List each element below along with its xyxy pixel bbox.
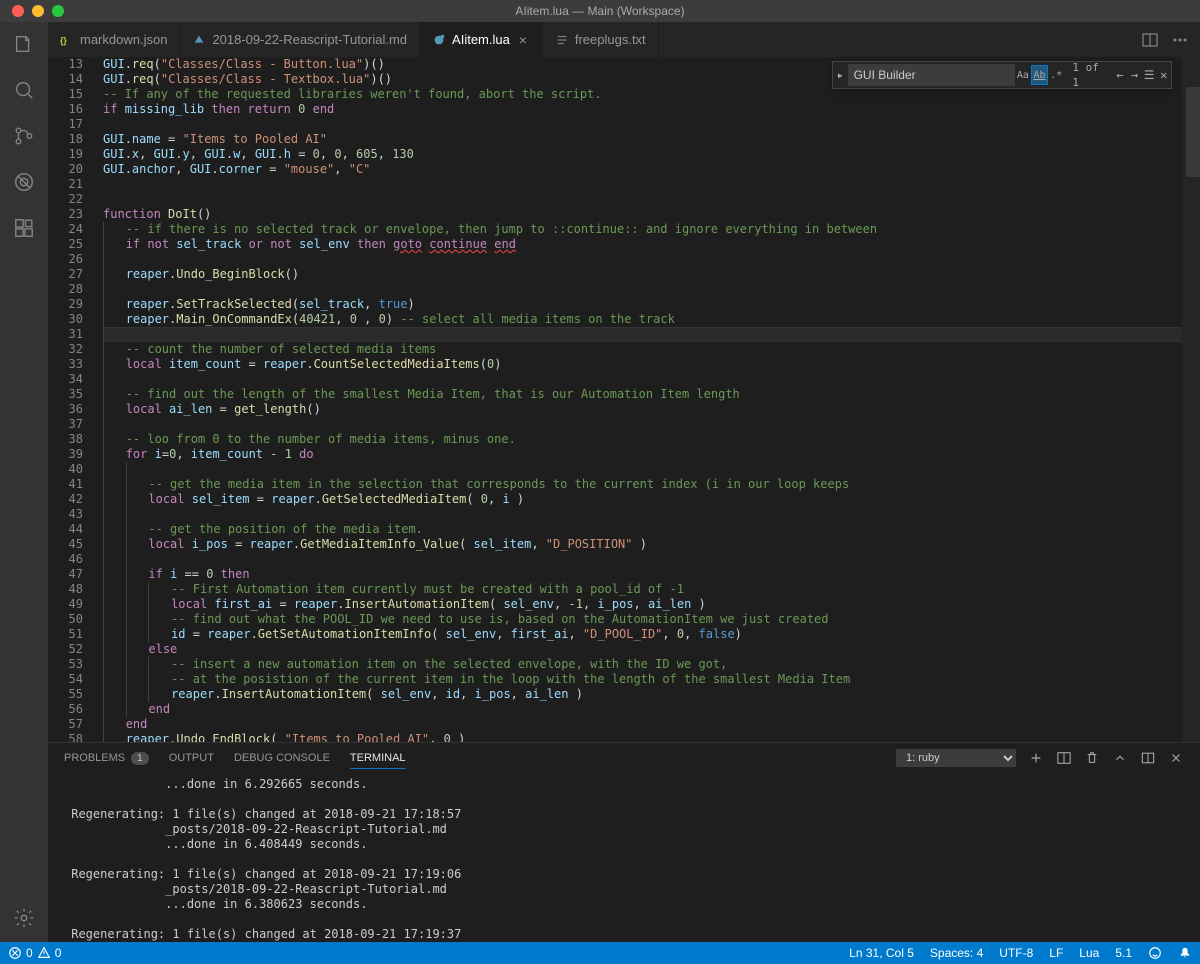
- editor-tab[interactable]: {} markdown.json: [48, 22, 180, 57]
- titlebar: AIitem.lua — Main (Workspace): [0, 0, 1200, 22]
- panel-tab-problems[interactable]: PROBLEMS1: [64, 752, 149, 765]
- kill-terminal-icon[interactable]: [1084, 750, 1100, 766]
- status-cursor[interactable]: Ln 31, Col 5: [841, 946, 922, 960]
- status-indentation[interactable]: Spaces: 4: [922, 946, 991, 960]
- editor-tab[interactable]: 2018-09-22-Reascript-Tutorial.md: [180, 22, 420, 57]
- activity-bar: [0, 22, 48, 942]
- tab-label: markdown.json: [80, 32, 167, 47]
- split-terminal-icon[interactable]: [1056, 750, 1072, 766]
- settings-gear-icon[interactable]: [12, 906, 36, 930]
- explorer-icon[interactable]: [12, 32, 36, 56]
- panel-tab-output[interactable]: OUTPUT: [169, 752, 214, 764]
- status-bar: 0 0 Ln 31, Col 5 Spaces: 4 UTF-8 LF Lua …: [0, 942, 1200, 964]
- svg-text:{}: {}: [60, 35, 67, 45]
- status-bell-icon[interactable]: [1170, 946, 1200, 960]
- find-count: 1 of 1: [1064, 60, 1112, 90]
- terminal-output[interactable]: ...done in 6.292665 seconds. Regeneratin…: [48, 773, 1200, 942]
- editor-tabs: {} markdown.json 2018-09-22-Reascript-Tuto…: [48, 22, 1200, 57]
- status-language[interactable]: Lua: [1071, 946, 1107, 960]
- editor-body[interactable]: ▸ Aa Ab .* 1 of 1 ← → ☰ ✕ 13141516171819…: [48, 57, 1200, 742]
- regex-icon[interactable]: .*: [1048, 65, 1065, 85]
- problems-badge: 1: [131, 752, 149, 765]
- find-expand-icon[interactable]: ▸: [833, 62, 848, 88]
- file-lua-icon: [432, 33, 446, 47]
- split-editor-icon[interactable]: [1142, 32, 1158, 48]
- find-widget: ▸ Aa Ab .* 1 of 1 ← → ☰ ✕: [832, 61, 1172, 89]
- editor-tab[interactable]: freeplugs.txt: [543, 22, 659, 57]
- file-txt-icon: [555, 33, 569, 47]
- line-gutter: 1314151617181920212223242526272829303132…: [48, 57, 103, 742]
- window-zoom-icon[interactable]: [52, 5, 64, 17]
- find-prev-icon[interactable]: ←: [1113, 65, 1128, 85]
- status-problems[interactable]: 0 0: [0, 942, 69, 964]
- bottom-panel: PROBLEMS1 OUTPUT DEBUG CONSOLE TERMINAL 1: …: [48, 742, 1200, 942]
- tab-label: 2018-09-22-Reascript-Tutorial.md: [212, 32, 407, 47]
- tab-close-icon[interactable]: ×: [516, 33, 530, 47]
- panel-layout-icon[interactable]: [1140, 750, 1156, 766]
- status-encoding[interactable]: UTF-8: [991, 946, 1041, 960]
- window-minimize-icon[interactable]: [32, 5, 44, 17]
- match-case-icon[interactable]: Aa: [1015, 65, 1032, 85]
- debug-icon[interactable]: [12, 170, 36, 194]
- file-md-icon: [192, 33, 206, 47]
- terminal-selector[interactable]: 1: ruby: [896, 749, 1016, 767]
- more-actions-icon[interactable]: [1172, 32, 1188, 48]
- window-controls: [0, 5, 64, 17]
- panel-tab-debug-console[interactable]: DEBUG CONSOLE: [234, 752, 330, 764]
- window-close-icon[interactable]: [12, 5, 24, 17]
- editor-tab[interactable]: AIitem.lua ×: [420, 22, 543, 57]
- find-close-icon[interactable]: ✕: [1156, 65, 1171, 85]
- extensions-icon[interactable]: [12, 216, 36, 240]
- search-icon[interactable]: [12, 78, 36, 102]
- close-panel-icon[interactable]: [1168, 750, 1184, 766]
- window-title: AIitem.lua — Main (Workspace): [515, 4, 684, 18]
- source-control-icon[interactable]: [12, 124, 36, 148]
- status-ext[interactable]: 5.1: [1107, 946, 1140, 960]
- code-content[interactable]: GUI.req("Classes/Class - Button.lua")()G…: [103, 57, 1200, 742]
- whole-word-icon[interactable]: Ab: [1031, 65, 1048, 85]
- file-json-icon: {}: [60, 33, 74, 47]
- panel-tab-terminal[interactable]: TERMINAL: [350, 752, 406, 769]
- tab-label: AIitem.lua: [452, 32, 510, 47]
- find-selection-icon[interactable]: ☰: [1142, 65, 1157, 85]
- new-terminal-icon[interactable]: [1028, 750, 1044, 766]
- find-input[interactable]: [848, 64, 1015, 86]
- status-feedback-icon[interactable]: [1140, 946, 1170, 960]
- tab-label: freeplugs.txt: [575, 32, 646, 47]
- maximize-panel-icon[interactable]: [1112, 750, 1128, 766]
- status-eol[interactable]: LF: [1041, 946, 1071, 960]
- find-next-icon[interactable]: →: [1127, 65, 1142, 85]
